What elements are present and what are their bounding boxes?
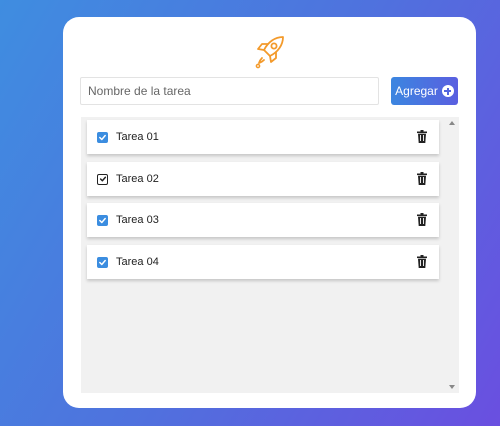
task-checkbox[interactable]	[97, 214, 108, 226]
trash-icon[interactable]	[417, 255, 427, 268]
task-label: Tarea 04	[116, 256, 159, 268]
trash-icon[interactable]	[417, 130, 427, 143]
task-label: Tarea 01	[116, 131, 159, 143]
task-checkbox[interactable]	[97, 131, 108, 143]
task-item: Tarea 03	[87, 203, 439, 237]
task-label: Tarea 02	[116, 173, 159, 185]
trash-icon[interactable]	[417, 213, 427, 226]
add-task-button[interactable]: Agregar	[391, 77, 458, 105]
rocket-icon	[255, 36, 284, 69]
scroll-up-arrow-icon[interactable]	[449, 121, 455, 125]
todo-card: Agregar Tarea 01 Tarea 02	[63, 17, 476, 408]
add-button-label: Agregar	[395, 84, 438, 98]
task-item: Tarea 02	[87, 162, 439, 196]
task-label: Tarea 03	[116, 214, 159, 226]
task-checkbox[interactable]	[97, 256, 108, 268]
task-item: Tarea 01	[87, 120, 439, 154]
task-name-input[interactable]	[80, 77, 379, 105]
trash-icon[interactable]	[417, 172, 427, 185]
plus-circle-icon	[441, 85, 454, 97]
task-checkbox[interactable]	[97, 173, 108, 185]
task-list: Tarea 01 Tarea 02 Tarea 03 Tarea 04	[81, 117, 459, 393]
task-item: Tarea 04	[87, 245, 439, 279]
scroll-down-arrow-icon[interactable]	[449, 385, 455, 389]
task-list-scrollbar[interactable]	[445, 117, 459, 393]
